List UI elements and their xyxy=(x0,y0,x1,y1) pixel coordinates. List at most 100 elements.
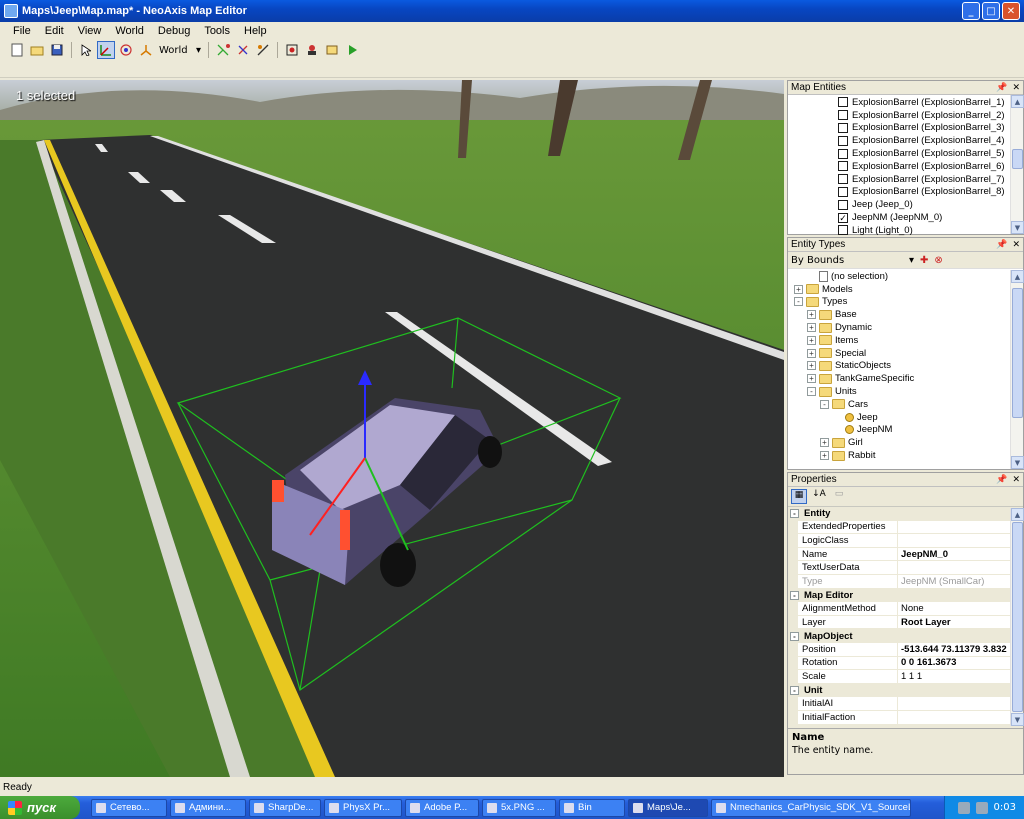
menu-help[interactable]: Help xyxy=(237,25,274,37)
taskbar-task-button[interactable]: 5x.PNG ... xyxy=(482,798,556,817)
pin-icon[interactable]: 📌 xyxy=(996,474,1007,485)
expand-icon[interactable]: + xyxy=(807,361,816,371)
pin-icon[interactable]: 📌 xyxy=(996,239,1007,250)
scroll-down-icon[interactable]: ▼ xyxy=(1011,456,1024,469)
sort-mode-select[interactable]: By Bounds xyxy=(791,255,909,266)
taskbar-task-button[interactable]: Nmechanics_CarPhysic_SDK_V1_SourceLicen xyxy=(711,798,911,817)
taskbar-task-button[interactable]: Maps\Je... xyxy=(628,798,708,817)
property-row[interactable]: InitialFaction xyxy=(788,710,1010,725)
property-value[interactable]: JeepNM (SmallCar) xyxy=(898,575,1010,589)
property-row[interactable]: Position -513.644 73.11379 3.832 xyxy=(788,642,1010,657)
property-row[interactable]: Scale 1 1 1 xyxy=(788,670,1010,684)
property-category[interactable]: - Entity xyxy=(788,507,1010,521)
map-entities-scrollbar[interactable]: ▲ ▼ xyxy=(1010,95,1024,234)
network-icon[interactable] xyxy=(957,801,970,814)
collapse-icon[interactable]: - xyxy=(790,631,799,641)
expand-icon[interactable]: + xyxy=(820,438,829,448)
property-row[interactable]: TextUserData xyxy=(788,561,1010,575)
run-simulation-icon[interactable] xyxy=(343,41,361,59)
volume-icon[interactable] xyxy=(975,801,988,814)
entity-checkbox[interactable] xyxy=(838,135,848,146)
entity-list-item[interactable]: ExplosionBarrel (ExplosionBarrel_2) xyxy=(788,109,1023,122)
scroll-thumb[interactable] xyxy=(1012,149,1023,169)
tree-node[interactable]: + Special xyxy=(794,347,1023,360)
tree-node[interactable]: - Cars xyxy=(794,398,1023,411)
tree-node[interactable]: + TankGameSpecific xyxy=(794,372,1023,385)
close-icon[interactable]: ✕ xyxy=(1012,474,1020,485)
start-button[interactable]: пуск xyxy=(0,796,80,819)
tree-node[interactable]: + Girl xyxy=(794,436,1023,449)
properties-scrollbar[interactable]: ▲ ▼ xyxy=(1010,508,1024,726)
menu-edit[interactable]: Edit xyxy=(38,25,71,37)
scale-tool-icon[interactable] xyxy=(137,41,155,59)
property-row[interactable]: LogicClass xyxy=(788,534,1010,548)
close-button[interactable]: ✕ xyxy=(1002,2,1020,20)
tree-node[interactable]: + Dynamic xyxy=(794,321,1023,334)
property-value[interactable] xyxy=(898,561,1010,575)
entity-list-item[interactable]: ExplosionBarrel (ExplosionBarrel_1) xyxy=(788,96,1023,109)
select-arrow-icon[interactable] xyxy=(77,41,95,59)
taskbar-task-button[interactable]: Сетево... xyxy=(91,798,167,817)
collapse-icon[interactable]: - xyxy=(807,387,816,397)
tree-node[interactable]: JeepNM xyxy=(794,424,1023,437)
property-value[interactable]: 1 1 1 xyxy=(898,670,1010,684)
minimize-button[interactable]: _ xyxy=(962,2,980,20)
expand-icon[interactable]: + xyxy=(807,323,816,333)
tree-node[interactable]: - Types xyxy=(794,296,1023,309)
scroll-up-icon[interactable]: ▲ xyxy=(1011,270,1024,283)
tree-node[interactable]: - Units xyxy=(794,385,1023,398)
scroll-thumb[interactable] xyxy=(1012,522,1023,712)
collapse-icon[interactable]: - xyxy=(790,686,799,696)
entity-list-item[interactable]: ExplosionBarrel (ExplosionBarrel_8) xyxy=(788,186,1023,199)
tree-node[interactable]: Jeep xyxy=(794,411,1023,424)
categorized-view-icon[interactable]: ▦ xyxy=(791,489,807,504)
entity-checkbox[interactable] xyxy=(838,186,848,197)
property-pages-icon[interactable]: ▭ xyxy=(831,489,847,504)
property-value[interactable]: 0 0 161.3673 xyxy=(898,657,1010,671)
entity-checkbox[interactable] xyxy=(838,110,848,121)
property-row[interactable]: Name JeepNM_0 xyxy=(788,547,1010,562)
collapse-icon[interactable]: - xyxy=(790,509,799,519)
property-value[interactable]: None xyxy=(898,602,1010,616)
property-row[interactable]: AlignmentMethod None xyxy=(788,602,1010,616)
tree-node[interactable]: + Rabbit xyxy=(794,449,1023,462)
expand-icon[interactable]: + xyxy=(807,310,816,320)
entity-checkbox[interactable] xyxy=(838,161,848,172)
close-icon[interactable]: ✕ xyxy=(1012,82,1020,93)
property-value[interactable] xyxy=(898,711,1010,725)
expand-icon[interactable]: + xyxy=(807,374,816,384)
entity-list-item[interactable]: ExplosionBarrel (ExplosionBarrel_5) xyxy=(788,147,1023,160)
menu-world[interactable]: World xyxy=(108,25,151,37)
scroll-down-icon[interactable]: ▼ xyxy=(1011,221,1024,234)
menu-debug[interactable]: Debug xyxy=(151,25,197,37)
entity-list-item[interactable]: ExplosionBarrel (ExplosionBarrel_4) xyxy=(788,134,1023,147)
entity-checkbox[interactable]: ✓ xyxy=(838,212,848,223)
tree-node[interactable]: + Items xyxy=(794,334,1023,347)
scroll-up-icon[interactable]: ▲ xyxy=(1011,508,1024,521)
entity-list-item[interactable]: ExplosionBarrel (ExplosionBarrel_7) xyxy=(788,173,1023,186)
property-row[interactable]: Type JeepNM (SmallCar) xyxy=(788,574,1010,589)
entity-types-scrollbar[interactable]: ▲ ▼ xyxy=(1010,270,1024,469)
collapse-icon[interactable]: - xyxy=(790,590,799,600)
entity-checkbox[interactable] xyxy=(838,122,848,133)
expand-icon[interactable]: + xyxy=(794,284,803,294)
open-folder-icon[interactable] xyxy=(28,41,46,59)
entity-list-item[interactable]: ExplosionBarrel (ExplosionBarrel_6) xyxy=(788,160,1023,173)
chevron-down-icon[interactable]: ▾ xyxy=(909,255,914,266)
property-category[interactable]: - MapObject xyxy=(788,629,1010,643)
snap-grid-icon[interactable] xyxy=(214,41,232,59)
entity-checkbox[interactable] xyxy=(838,148,848,159)
coord-space-select[interactable]: World ▾ xyxy=(157,42,203,58)
expand-icon[interactable]: + xyxy=(820,451,829,461)
property-value[interactable]: JeepNM_0 xyxy=(898,548,1010,562)
expand-icon[interactable]: + xyxy=(807,335,816,345)
entity-checkbox[interactable] xyxy=(838,225,848,236)
taskbar-task-button[interactable]: PhysX Pr... xyxy=(324,798,402,817)
tree-node[interactable]: + Base xyxy=(794,308,1023,321)
taskbar-task-button[interactable]: SharpDe... xyxy=(249,798,321,817)
property-value[interactable]: Root Layer xyxy=(898,616,1010,630)
close-icon[interactable]: ✕ xyxy=(1012,239,1020,250)
new-file-icon[interactable] xyxy=(8,41,26,59)
entity-checkbox[interactable] xyxy=(838,97,848,108)
alphabetical-sort-icon[interactable]: ↓A xyxy=(811,489,827,504)
